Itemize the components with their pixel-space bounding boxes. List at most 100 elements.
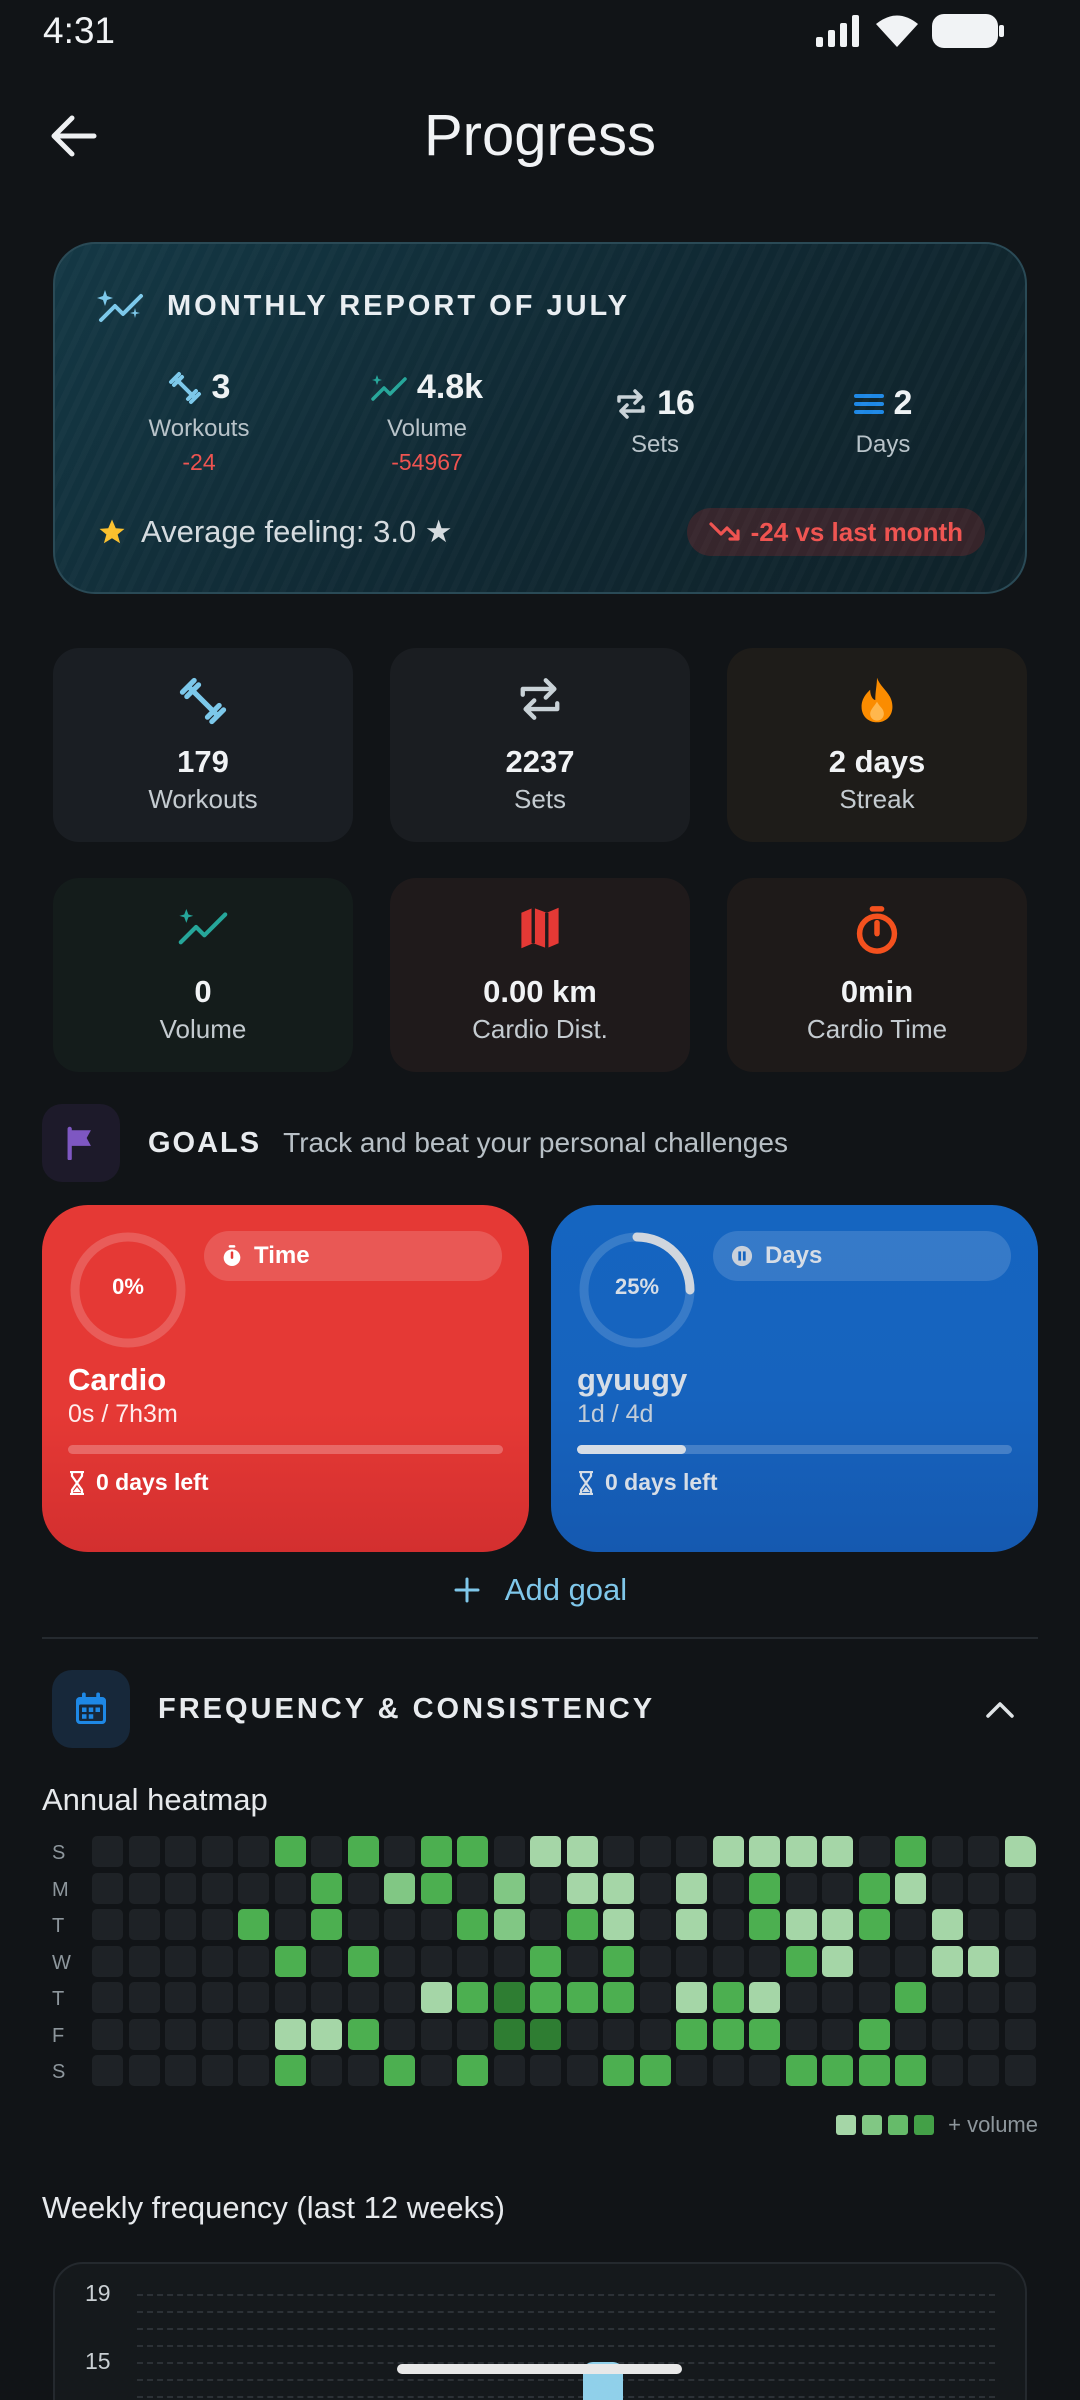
heatmap-cell [895, 1945, 926, 1977]
heatmap-cell [639, 2018, 671, 2050]
heatmap-cell [931, 1945, 963, 1977]
heatmap-cell [968, 2018, 999, 2050]
heatmap-cell [749, 1982, 780, 2013]
heatmap-cell [1004, 1945, 1036, 1977]
heatmap-cell [858, 2018, 890, 2050]
heatmap-cell [238, 1909, 269, 1940]
heatmap-cell [785, 1909, 817, 1940]
trending-down-icon [708, 522, 740, 541]
heatmap-cell [384, 1909, 415, 1940]
report-sets-label: Sets [630, 431, 680, 458]
heatmap-cell [238, 1945, 269, 1977]
heatmap-cell [603, 1872, 634, 1904]
tile-streak-value: 2 days [828, 744, 926, 779]
heatmap-cell [493, 2055, 525, 2086]
goal-days-left-text: 0 days left [96, 1469, 209, 1495]
heatmap-cell [384, 2018, 415, 2050]
heatmap-cell [712, 1836, 744, 1867]
heatmap-cell [676, 1909, 707, 1940]
legend-label: + volume [948, 2112, 1038, 2137]
goal-days-left: 0 days left [68, 1469, 209, 1496]
heatmap-cell [858, 1872, 890, 1904]
calendar-icon [76, 1692, 106, 1724]
heatmap-cell [274, 1836, 306, 1867]
heatmap-cell [201, 2055, 233, 2086]
heatmap-cell [493, 1909, 525, 1940]
heatmap-cell [457, 1872, 488, 1904]
tile-cardio-time-value: 0min [840, 974, 914, 1009]
flag-icon [67, 1126, 91, 1160]
heatmap-cell [895, 1982, 926, 2013]
heatmap-cell [712, 1909, 744, 1940]
home-indicator[interactable] [397, 2364, 682, 2374]
heatmap-cell [201, 1836, 233, 1867]
goal-card-gyuugy[interactable]: 25% Days gyuugy 1d / 4d 0 days left [551, 1205, 1038, 1552]
report-days-value: 2 [893, 384, 913, 422]
heatmap-cell [822, 1872, 853, 1904]
frequency-section-header[interactable]: FREQUENCY & CONSISTENCY [52, 1670, 1028, 1748]
heatmap-cell [822, 2055, 853, 2086]
heatmap-cell [165, 2018, 196, 2050]
tile-cardio-time[interactable]: 0min Cardio Time [727, 878, 1027, 1072]
goal-card-cardio[interactable]: 0% Time Cardio 0s / 7h3m 0 days left [42, 1205, 529, 1552]
tile-cardio-time-label: Cardio Time [806, 1014, 948, 1044]
report-stat-volume: 4.8k Volume -54967 [317, 368, 537, 476]
tile-sets[interactable]: 2237 Sets [390, 648, 690, 842]
heatmap-cell [420, 1945, 452, 1977]
heatmap-cell [712, 1982, 744, 2013]
heatmap-cell [566, 1945, 598, 1977]
repeat-icon [520, 678, 560, 720]
hourglass-icon [579, 1470, 593, 1495]
heatmap-cell [603, 2055, 634, 2086]
comparison-badge: -24 vs last month [686, 508, 985, 556]
heatmap-day-label: W [52, 1951, 71, 1974]
heatmap-cell [530, 2018, 561, 2050]
trend-icon [371, 374, 407, 401]
heatmap-cell [931, 1982, 963, 2013]
heatmap-cell [639, 1836, 671, 1867]
heatmap-cell [92, 2055, 123, 2086]
heatmap-cell [1004, 1872, 1036, 1904]
heatmap-cell [347, 1945, 379, 1977]
heatmap-cell [895, 1836, 926, 1867]
heatmap-cell [347, 1872, 379, 1904]
heatmap-legend: + volume [836, 2112, 1038, 2138]
heatmap-cell [968, 1909, 999, 1940]
heatmap-cell [238, 1872, 269, 1904]
report-stat-days: 2 Days [773, 384, 993, 459]
flame-icon [861, 677, 893, 723]
y-tick-label: 19 [85, 2280, 111, 2306]
heatmap-cell [92, 1945, 123, 1977]
tile-volume[interactable]: 0 Volume [53, 878, 353, 1072]
chevron-up-icon[interactable] [982, 1692, 1018, 1728]
heatmap-cell [493, 1945, 525, 1977]
star-icon [99, 519, 125, 544]
heatmap-cell [201, 1909, 233, 1940]
grid-line [137, 2345, 995, 2347]
report-volume-label: Volume [386, 415, 468, 442]
heatmap-day-label: M [52, 1878, 69, 1901]
heatmap-cell [92, 1836, 123, 1867]
heatmap-cell [676, 1982, 707, 2013]
heatmap-cell [566, 1982, 598, 2013]
heatmap-cell [603, 1945, 634, 1977]
heatmap-cell [238, 1836, 269, 1867]
heatmap-cell [895, 1872, 926, 1904]
monthly-report-card[interactable]: MONTHLY REPORT OF JULY 3 Workouts -24 4.… [53, 242, 1027, 594]
system-icons [816, 14, 1004, 48]
heatmap-day-label: T [52, 1915, 65, 1937]
report-workouts-delta: -24 [182, 449, 216, 475]
bars-icon [853, 393, 884, 414]
heatmap-cell [639, 1982, 671, 2013]
goal-type-label: Time [254, 1242, 310, 1269]
heatmap-cell [457, 1982, 488, 2013]
tile-workouts[interactable]: 179 Workouts [53, 648, 353, 842]
tile-streak[interactable]: 2 days Streak [727, 648, 1027, 842]
heatmap-cell [749, 1872, 780, 1904]
heatmap-cell [128, 1945, 160, 1977]
heatmap-cell [274, 2018, 306, 2050]
goal-progress-text: 1d / 4d [577, 1400, 654, 1428]
goal-progress-fill [577, 1445, 686, 1454]
add-goal-button[interactable]: Add goal [0, 1572, 1080, 1608]
tile-cardio-distance[interactable]: 0.00 km Cardio Dist. [390, 878, 690, 1072]
